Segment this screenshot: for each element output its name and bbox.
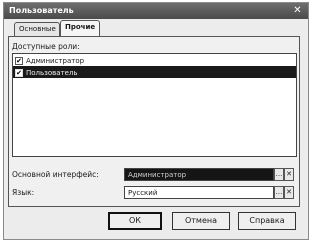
role-item-user[interactable]: ✔ Пользователь (13, 66, 296, 78)
language-field[interactable]: Русский (124, 186, 274, 199)
language-clear-icon[interactable]: ✕ (284, 186, 294, 199)
role-item-administrator[interactable]: ✔ Администратор (13, 54, 296, 66)
role-checkbox[interactable]: ✔ (15, 56, 23, 65)
title-bar[interactable]: Пользователь ✕ (4, 3, 308, 19)
role-label: Администратор (26, 56, 85, 65)
cancel-button[interactable]: Отмена (172, 212, 230, 230)
role-checkbox[interactable]: ✔ (15, 68, 23, 77)
window-title: Пользователь (9, 6, 74, 15)
tab-main[interactable]: Основные (14, 22, 60, 36)
tab-other[interactable]: Прочие (60, 20, 100, 37)
language-select-button[interactable]: ... (274, 186, 284, 199)
roles-list[interactable]: ✔ Администратор ✔ Пользователь (12, 53, 297, 157)
role-label: Пользователь (26, 68, 78, 77)
main-interface-select-button[interactable]: ... (274, 168, 284, 181)
main-interface-label: Основной интерфейс: (12, 170, 99, 179)
help-button[interactable]: Справка (238, 212, 296, 230)
language-label: Язык: (12, 188, 35, 197)
ok-button[interactable]: ОК (108, 212, 162, 230)
close-icon[interactable]: ✕ (291, 4, 304, 17)
roles-label: Доступные роли: (12, 42, 80, 51)
main-interface-field[interactable]: Администратор (124, 168, 274, 181)
main-interface-clear-icon[interactable]: ✕ (284, 168, 294, 181)
